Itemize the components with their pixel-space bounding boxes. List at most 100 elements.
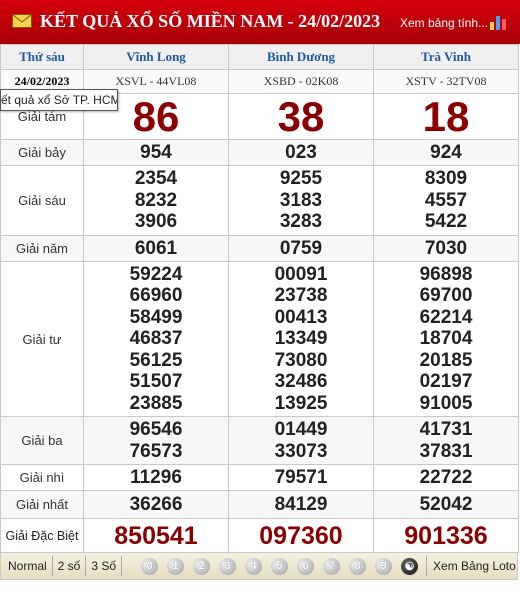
prize-name: Giải ba — [0, 416, 84, 465]
winning-number: 00413 — [274, 306, 328, 328]
winning-number: 58499 — [129, 306, 183, 328]
digit-8-button[interactable]: 8 — [349, 557, 367, 575]
digit-2-button[interactable]: 2 — [193, 557, 211, 575]
prize-cell: 22722 — [373, 464, 519, 491]
prize-row: Giải Đặc Biệt 850541 097360 901336 — [0, 518, 519, 553]
winning-number: 59224 — [129, 263, 183, 285]
winning-number: 46837 — [129, 328, 183, 350]
prize-name: Giải sáu — [0, 165, 84, 236]
prize-cell: 96546 76573 — [83, 416, 229, 465]
winning-number: 18 — [422, 92, 470, 140]
winning-number: 02197 — [419, 371, 473, 393]
prize-cell: 41731 37831 — [373, 416, 519, 465]
prize-name: Giải Đặc Biệt — [0, 518, 84, 553]
prize-cell: 0759 — [228, 235, 374, 262]
winning-number: 79571 — [274, 466, 328, 488]
prize-name: Giải nhì — [0, 464, 84, 491]
prize-cell: 901336 — [373, 518, 519, 553]
winning-number: 9255 — [279, 168, 323, 190]
prize-cell: 59224 66960 58499 46837 56125 51507 23885 — [83, 261, 229, 417]
results-header: KẾT QUẢ XỔ SỐ MIỀN NAM - 24/02/2023 Xem … — [0, 0, 520, 44]
winning-number: 56125 — [129, 349, 183, 371]
winning-number: 01449 — [274, 419, 328, 440]
winning-number: 23885 — [129, 392, 183, 414]
prize-cell: 954 — [83, 139, 229, 166]
winning-number: 13925 — [274, 392, 328, 414]
mail-icon[interactable] — [12, 14, 32, 28]
province-row: Thứ sáu Vĩnh Long Bình Dương Trà Vinh — [0, 44, 519, 70]
winning-number: 954 — [140, 141, 172, 163]
prize-cell: 96898 69700 62214 18704 20185 02197 91005 — [373, 261, 519, 417]
winning-number: 37831 — [419, 440, 473, 462]
mode-2-digit-button[interactable]: 2 số — [53, 556, 87, 576]
digit-0-button[interactable]: 0 — [141, 557, 159, 575]
mode-normal-button[interactable]: Normal — [1, 556, 53, 576]
winning-number: 41731 — [419, 419, 473, 440]
prize-name: Giải bảy — [0, 139, 84, 166]
winning-number: 96546 — [129, 419, 183, 440]
prize-cell: 36266 — [83, 490, 229, 519]
digit-3-button[interactable]: 3 — [219, 557, 237, 575]
prize-cell: 00091 23738 00413 13349 73080 32486 13925 — [228, 261, 374, 417]
digit-filter: 0123456789 — [122, 557, 393, 575]
prize-cell: 79571 — [228, 464, 374, 491]
winning-number: 20185 — [419, 349, 473, 371]
mode-3-digit-button[interactable]: 3 Số — [86, 556, 123, 576]
province-name[interactable]: Vĩnh Long — [83, 44, 229, 70]
province-name[interactable]: Bình Dương — [228, 44, 374, 70]
province-name[interactable]: Trà Vinh — [373, 44, 519, 70]
winning-number: 6061 — [134, 237, 178, 259]
winning-number: 11296 — [130, 466, 182, 488]
day-of-week: Thứ sáu — [0, 44, 84, 70]
results-table: Thứ sáu Vĩnh Long Bình Dương Trà Vinh 24… — [0, 44, 519, 553]
winning-number: 3183 — [279, 189, 323, 211]
prize-row: Giải năm 6061 0759 7030 — [0, 235, 519, 262]
prize-cell: 18 — [373, 92, 519, 140]
winning-number: 4557 — [424, 189, 468, 211]
ticket-code: XSBD - 02K08 — [228, 69, 374, 94]
digit-5-button[interactable]: 5 — [271, 557, 289, 575]
winning-number: 84129 — [274, 493, 328, 515]
prize-name: Giải nhất — [0, 490, 84, 519]
prize-cell: 8309 4557 5422 — [373, 165, 519, 236]
winning-number: 7030 — [424, 237, 468, 259]
winning-number: 8232 — [134, 189, 178, 211]
prize-cell: 01449 33073 — [228, 416, 374, 465]
bar-chart-icon[interactable] — [488, 12, 510, 30]
view-table-link[interactable]: Xem bảng tính... — [400, 16, 488, 30]
winning-number: 69700 — [419, 285, 473, 307]
winning-number: 66960 — [129, 285, 183, 307]
winning-number: 52042 — [419, 493, 473, 515]
digit-1-button[interactable]: 1 — [167, 557, 185, 575]
yin-yang-icon[interactable]: ☯ — [401, 557, 419, 575]
winning-number: 51507 — [129, 371, 183, 393]
winning-number: 38 — [277, 92, 325, 140]
digit-9-button[interactable]: 9 — [375, 557, 393, 575]
winning-number: 850541 — [114, 521, 198, 550]
prize-name: Giải tư — [0, 261, 84, 417]
winning-number: 3283 — [279, 211, 323, 233]
winning-number: 18704 — [419, 328, 473, 350]
prize-cell: 2354 8232 3906 — [83, 165, 229, 236]
prize-cell: 11296 — [83, 464, 229, 491]
prize-row: Giải tư 59224 66960 58499 46837 56125 51507 238… — [0, 261, 519, 417]
winning-number: 901336 — [404, 521, 488, 550]
view-loto-link[interactable]: Xem Bảng Loto — [426, 556, 516, 576]
winning-number: 73080 — [274, 349, 328, 371]
prize-cell: 850541 — [83, 518, 229, 553]
prize-cell: 7030 — [373, 235, 519, 262]
winning-number: 3906 — [134, 211, 178, 233]
digit-7-button[interactable]: 7 — [323, 557, 341, 575]
winning-number: 91005 — [419, 392, 473, 414]
prize-cell: 84129 — [228, 490, 374, 519]
prize-cell: 6061 — [83, 235, 229, 262]
prize-row: Giải nhất 36266 84129 52042 — [0, 490, 519, 519]
winning-number: 023 — [285, 141, 317, 163]
prize-cell: 52042 — [373, 490, 519, 519]
prize-cell: 924 — [373, 139, 519, 166]
digit-4-button[interactable]: 4 — [245, 557, 263, 575]
digit-6-button[interactable]: 6 — [297, 557, 315, 575]
page-title: KẾT QUẢ XỔ SỐ MIỀN NAM - 24/02/2023 — [40, 11, 381, 31]
tooltip: ết quả xổ Sở TP. HCM — [0, 89, 118, 111]
winning-number: 36266 — [129, 493, 183, 515]
